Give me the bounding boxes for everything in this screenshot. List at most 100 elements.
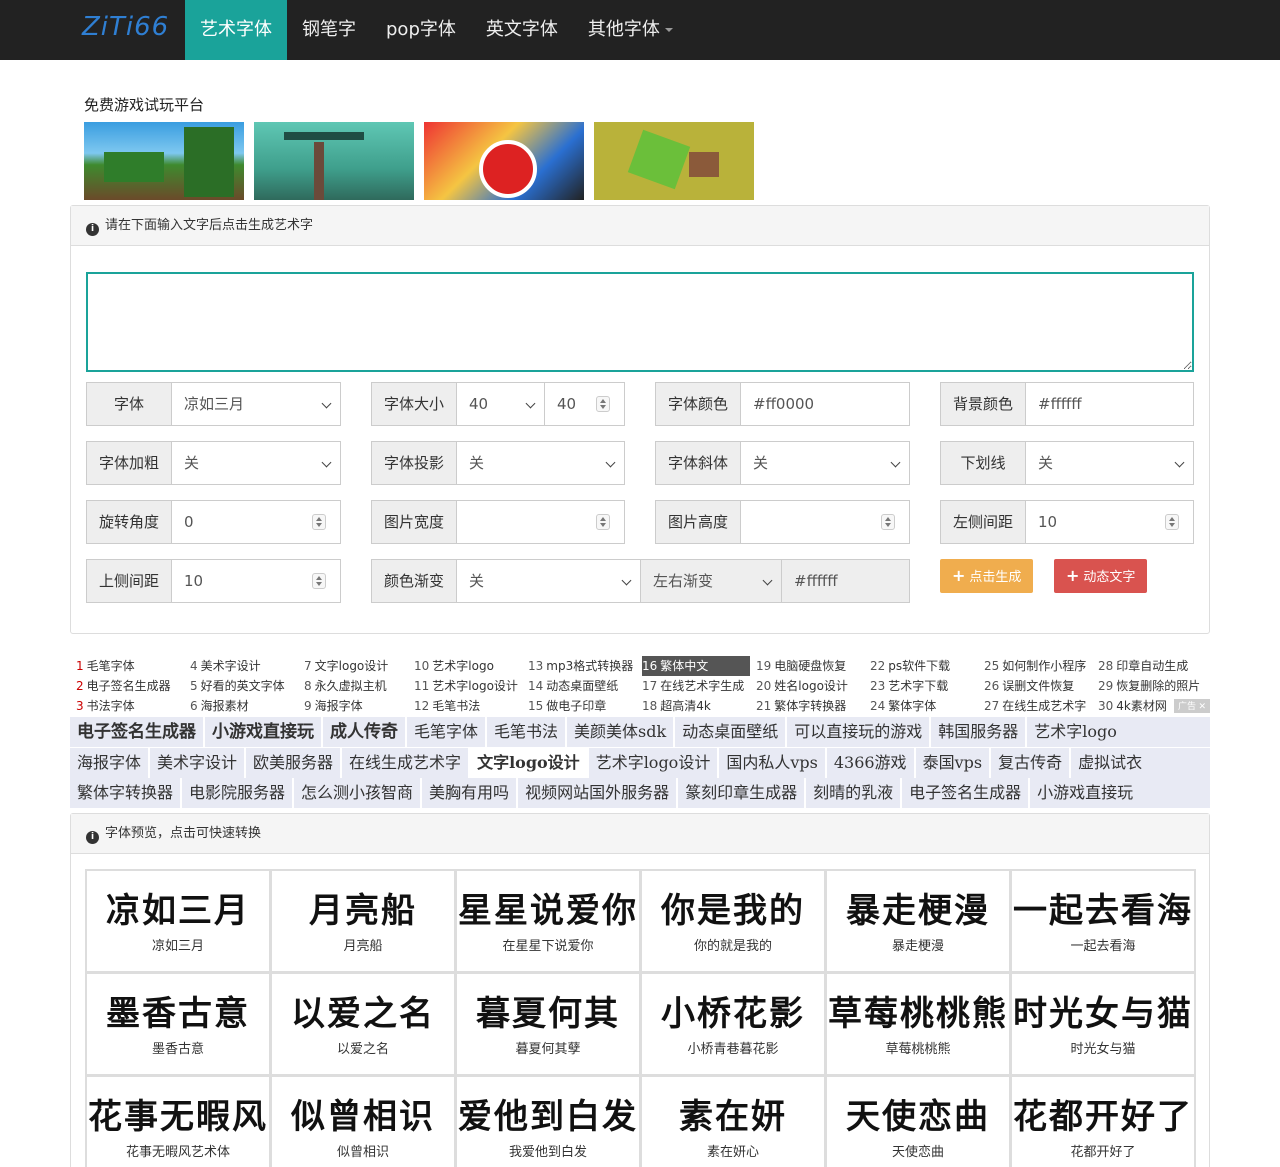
font-preview-card[interactable]: 一起去看海 一起去看海	[1010, 869, 1196, 973]
list-item[interactable]: 21 繁体字转换器	[756, 696, 848, 716]
tag-link[interactable]: 美颜美体sdk	[567, 717, 676, 747]
font-preview-card[interactable]: 花事无暇风 花事无暇风艺术体	[85, 1075, 271, 1167]
font-preview-card[interactable]: 素在妍 素在妍心	[640, 1075, 826, 1167]
font-preview-card[interactable]: 暮夏何其 暮夏何其孽	[455, 972, 641, 1076]
tag-link[interactable]: 泰国vps	[916, 748, 992, 778]
spinner-icon[interactable]	[1165, 514, 1179, 530]
font-preview-card[interactable]: 草莓桃桃熊 草莓桃桃熊	[825, 972, 1011, 1076]
spinner-icon[interactable]	[312, 573, 326, 589]
font-preview-card[interactable]: 暴走梗漫 暴走梗漫	[825, 869, 1011, 973]
font-preview-card[interactable]: 你是我的 你的就是我的	[640, 869, 826, 973]
font-preview-card[interactable]: 以爱之名 以爱之名	[270, 972, 456, 1076]
list-item[interactable]: 2 电子签名生成器	[76, 676, 171, 696]
list-item[interactable]: 22 ps软件下载	[870, 656, 950, 676]
tag-link[interactable]: 视频网站国外服务器	[518, 778, 679, 808]
font-preview-card[interactable]: 星星说爱你 在星星下说爱你	[455, 869, 641, 973]
text-input[interactable]	[86, 272, 1194, 372]
tag-link[interactable]: 海报字体	[70, 748, 151, 778]
list-item[interactable]: 10 艺术字logo	[414, 656, 518, 676]
brand-logo[interactable]: ZiTi66	[82, 12, 169, 42]
gradient-direction-select[interactable]: 左右渐变	[640, 560, 781, 602]
nav-item-pop-fonts[interactable]: pop字体	[371, 0, 471, 60]
font-preview-card[interactable]: 天使恋曲 天使恋曲	[825, 1075, 1011, 1167]
list-item[interactable]: 14 动态桌面壁纸	[528, 676, 633, 696]
list-item[interactable]: 24 繁体字体	[870, 696, 950, 716]
nav-item-pen-fonts[interactable]: 钢笔字	[287, 0, 371, 60]
list-item[interactable]: 28 印章自动生成	[1098, 656, 1200, 676]
bg-color-input[interactable]: #ffffff	[1026, 383, 1193, 425]
ad-close-icon[interactable]: 广告 ✕	[1174, 699, 1210, 713]
tag-link[interactable]: 艺术字logo设计	[589, 748, 720, 778]
tag-link[interactable]: 文字logo设计	[470, 748, 589, 778]
list-item[interactable]: 26 误删文件恢复	[984, 676, 1086, 696]
list-item[interactable]: 23 艺术字下载	[870, 676, 950, 696]
spinner-icon[interactable]	[881, 514, 895, 530]
font-preview-card[interactable]: 爱他到白发 我爱他到白发	[455, 1075, 641, 1167]
list-item[interactable]: 15 做电子印章	[528, 696, 633, 716]
bold-select[interactable]: 关	[172, 442, 340, 484]
tag-link[interactable]: 艺术字logo	[1027, 717, 1124, 747]
tag-link[interactable]: 怎么测小孩智商	[294, 778, 423, 808]
gradient-select[interactable]: 关	[457, 560, 640, 602]
generate-button[interactable]: + 点击生成	[940, 559, 1034, 593]
list-item[interactable]: 18 超高清4k	[642, 696, 750, 716]
game-thumbnail[interactable]	[424, 122, 584, 200]
top-margin-input[interactable]: 10	[172, 560, 340, 602]
list-item[interactable]: 3 书法字体	[76, 696, 171, 716]
font-preview-card[interactable]: 似曾相识 似曾相识	[270, 1075, 456, 1167]
tag-link[interactable]: 电影院服务器	[182, 778, 295, 808]
nav-item-art-fonts[interactable]: 艺术字体	[185, 0, 287, 60]
list-item[interactable]: 12 毛笔书法	[414, 696, 518, 716]
tag-link[interactable]: 可以直接玩的游戏	[787, 717, 932, 747]
underline-select[interactable]: 关	[1026, 442, 1193, 484]
list-item[interactable]: 27 在线生成艺术字	[984, 696, 1086, 716]
shadow-select[interactable]: 关	[457, 442, 624, 484]
list-item[interactable]: 8 永久虚拟主机	[304, 676, 388, 696]
font-preview-card[interactable]: 月亮船 月亮船	[270, 869, 456, 973]
left-margin-input[interactable]: 10	[1026, 501, 1193, 543]
game-thumbnail[interactable]	[254, 122, 414, 200]
font-preview-card[interactable]: 凉如三月 凉如三月	[85, 869, 271, 973]
tag-link[interactable]: 小游戏直接玩	[1030, 778, 1140, 808]
tag-link[interactable]: 篆刻印章生成器	[678, 778, 807, 808]
font-preview-card[interactable]: 时光女与猫 时光女与猫	[1010, 972, 1196, 1076]
font-color-input[interactable]: #ff0000	[741, 383, 909, 425]
font-select[interactable]: 凉如三月	[172, 383, 340, 425]
nav-item-english-fonts[interactable]: 英文字体	[471, 0, 573, 60]
dynamic-text-button[interactable]: + 动态文字	[1054, 559, 1148, 593]
spinner-icon[interactable]	[596, 514, 610, 530]
italic-select[interactable]: 关	[741, 442, 909, 484]
list-item[interactable]: 17 在线艺术字生成	[642, 676, 750, 696]
tag-link[interactable]: 欧美服务器	[246, 748, 343, 778]
list-item[interactable]: 29 恢复删除的照片	[1098, 676, 1200, 696]
tag-link[interactable]: 美胸有用吗	[422, 778, 519, 808]
tag-link[interactable]: 毛笔书法	[487, 717, 568, 747]
image-height-input[interactable]	[741, 501, 909, 543]
font-preview-card[interactable]: 小桥花影 小桥青巷暮花影	[640, 972, 826, 1076]
tag-link[interactable]: 国内私人vps	[719, 748, 827, 778]
list-item[interactable]: 19 电脑硬盘恢复	[756, 656, 848, 676]
tag-link[interactable]: 繁体字转换器	[70, 778, 183, 808]
tag-link[interactable]: 复古传奇	[991, 748, 1072, 778]
game-thumbnail[interactable]	[84, 122, 244, 200]
game-thumbnail[interactable]	[594, 122, 754, 200]
font-size-select[interactable]: 40	[457, 383, 544, 425]
tag-link[interactable]: 在线生成艺术字	[342, 748, 471, 778]
gradient-color-input[interactable]: #ffffff	[781, 560, 909, 602]
list-item[interactable]: 25 如何制作小程序	[984, 656, 1086, 676]
tag-link[interactable]: 美术字设计	[150, 748, 247, 778]
list-item[interactable]: 5 好看的英文字体	[190, 676, 285, 696]
tag-link[interactable]: 小游戏直接玩	[205, 717, 323, 747]
list-item[interactable]: 11 艺术字logo设计	[414, 676, 518, 696]
tag-link[interactable]: 刻晴的乳液	[806, 778, 903, 808]
list-item[interactable]: 4 美术字设计	[190, 656, 285, 676]
list-item[interactable]: 7 文字logo设计	[304, 656, 388, 676]
font-preview-card[interactable]: 花都开好了 花都开好了	[1010, 1075, 1196, 1167]
rotate-input[interactable]: 0	[172, 501, 340, 543]
tag-link[interactable]: 虚拟试衣	[1071, 748, 1149, 778]
list-item[interactable]: 20 姓名logo设计	[756, 676, 848, 696]
list-item[interactable]: 9 海报字体	[304, 696, 388, 716]
spinner-icon[interactable]	[312, 514, 326, 530]
tag-link[interactable]: 电子签名生成器	[70, 717, 205, 747]
font-size-stepper[interactable]: 40	[544, 383, 624, 425]
